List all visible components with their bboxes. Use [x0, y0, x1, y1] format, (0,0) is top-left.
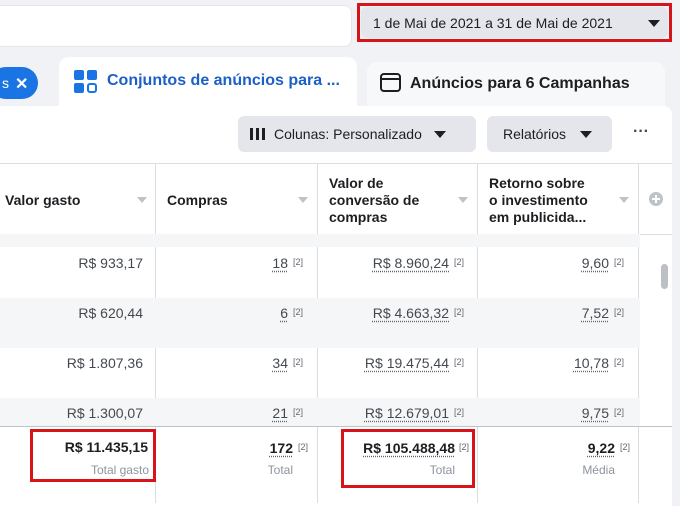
total-spent: R$ 11.435,15	[64, 439, 148, 455]
more-options-icon[interactable]: ···	[633, 123, 649, 141]
reports-button[interactable]: Relatórios	[487, 116, 612, 152]
footnote-marker: [2]	[454, 257, 465, 267]
sort-icon[interactable]	[619, 197, 629, 203]
footnote-marker: [2]	[620, 442, 631, 452]
total-purchases: 172	[160, 440, 293, 456]
tab-ads-label: Anúncios para 6 Campanhas	[410, 75, 630, 92]
footnote-marker: [2]	[614, 357, 625, 367]
header-line: conversão de	[329, 192, 420, 208]
grid-icon	[74, 70, 97, 93]
header-line: em publicida...	[489, 209, 587, 225]
filter-chip-label: s	[2, 75, 9, 91]
columns-icon	[250, 128, 265, 140]
chevron-down-icon[interactable]	[648, 20, 660, 27]
footnote-marker: [2]	[293, 357, 304, 367]
total-value[interactable]: R$ 105.488,48	[363, 440, 455, 456]
cell-value[interactable]: R$ 8.960,24	[373, 255, 449, 271]
cell-conversion-value: R$ 12.679,01	[320, 405, 449, 421]
cell-conversion-value: R$ 8.960,24	[320, 255, 449, 271]
footnote-marker: [2]	[614, 407, 625, 417]
ad-window-icon	[380, 73, 401, 92]
date-range-label: 1 de Mai de 2021 a 31 de Mai de 2021	[373, 14, 613, 31]
footnote-marker: [2]	[293, 307, 304, 317]
total-value[interactable]: 172	[270, 440, 293, 456]
footnote-marker: [2]	[454, 357, 465, 367]
row-stripe	[0, 234, 640, 247]
cell-spent: R$ 1.807,36	[66, 355, 143, 371]
cell-value[interactable]: 10,78	[574, 355, 609, 371]
sort-icon[interactable]	[458, 197, 468, 203]
tab-ad-sets-label: Conjuntos de anúncios para ...	[107, 72, 340, 89]
sort-icon[interactable]	[298, 197, 308, 203]
footnote-marker: [2]	[293, 407, 304, 417]
cell-purchases: 18	[160, 255, 288, 271]
cell-spent: R$ 933,17	[78, 255, 143, 271]
cell-spent: R$ 620,44	[78, 305, 143, 321]
cell-value[interactable]: 9,75	[582, 405, 609, 421]
footnote-marker: [2]	[454, 407, 465, 417]
cell-value[interactable]: 18	[272, 255, 288, 271]
footnote-marker: [2]	[293, 257, 304, 267]
reports-button-label: Relatórios	[503, 126, 567, 142]
header-line: Retorno sobre	[489, 175, 585, 191]
header-line: Valor de	[329, 175, 384, 191]
header-conversion-value[interactable]: Valor de conversão de compras	[329, 175, 419, 226]
footnote-marker: [2]	[459, 442, 470, 452]
cell-conversion-value: R$ 4.663,32	[320, 305, 449, 321]
cell-spent: R$ 1.300,07	[66, 405, 143, 421]
cell-purchases: 34	[160, 355, 288, 371]
cell-value[interactable]: R$ 12.679,01	[365, 405, 449, 421]
columns-button-label: Colunas: Personalizado	[274, 126, 422, 142]
cell-roas: 7,52	[480, 305, 609, 321]
vertical-scrollbar[interactable]	[661, 264, 668, 289]
footnote-marker: [2]	[454, 307, 465, 317]
total-value[interactable]: 9,22	[588, 440, 615, 456]
columns-button[interactable]: Colunas: Personalizado	[238, 116, 476, 152]
chevron-down-icon	[433, 130, 446, 138]
cell-value[interactable]: 6	[280, 305, 288, 321]
total-conversion-value: R$ 105.488,48	[320, 440, 455, 456]
cell-purchases: 6	[160, 305, 288, 321]
cell-value[interactable]: 7,52	[582, 305, 609, 321]
header-line: o investimento	[489, 192, 588, 208]
footnote-marker: [2]	[614, 257, 625, 267]
cell-value[interactable]: 34	[272, 355, 288, 371]
highlight-box	[341, 429, 475, 488]
header-purchases[interactable]: Compras	[167, 192, 228, 209]
sort-icon[interactable]	[137, 197, 147, 203]
header-line: compras	[329, 209, 388, 225]
total-spent-label: Total gasto	[90, 463, 149, 477]
search-field[interactable]	[0, 5, 352, 47]
totals-divider	[0, 426, 672, 427]
footnote-marker: [2]	[298, 442, 309, 452]
header-roas[interactable]: Retorno sobre o investimento em publicid…	[489, 175, 588, 226]
add-column-icon[interactable]	[648, 191, 664, 207]
date-range-picker[interactable]: 1 de Mai de 2021 a 31 de Mai de 2021	[361, 7, 668, 38]
average-roas-label: Média	[582, 463, 615, 477]
divider	[0, 163, 672, 164]
cell-value[interactable]: 21	[272, 405, 288, 421]
total-purchases-label: Total	[267, 463, 293, 477]
cell-roas: 9,75	[480, 405, 609, 421]
total-conversion-value-label: Total	[429, 463, 455, 477]
footnote-marker: [2]	[614, 307, 625, 317]
cell-purchases: 21	[160, 405, 288, 421]
chevron-down-icon	[580, 130, 593, 138]
cell-conversion-value: R$ 19.475,44	[320, 355, 449, 371]
cell-value[interactable]: 9,60	[582, 255, 609, 271]
cell-value[interactable]: R$ 4.663,32	[373, 305, 449, 321]
cell-roas: 9,60	[480, 255, 609, 271]
cell-value[interactable]: R$ 19.475,44	[365, 355, 449, 371]
average-roas: 9,22	[480, 440, 615, 456]
close-icon[interactable]: ✕	[15, 74, 28, 94]
header-spent[interactable]: Valor gasto	[5, 192, 80, 209]
cell-roas: 10,78	[480, 355, 609, 371]
